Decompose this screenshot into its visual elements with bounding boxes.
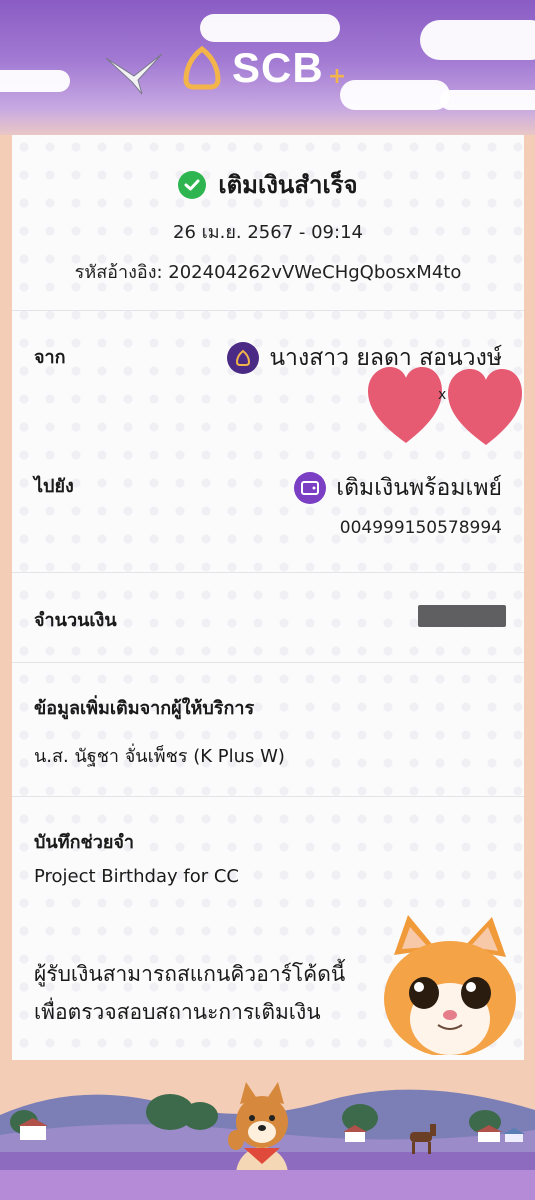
divider [12, 572, 524, 574]
qr-note: ผู้รับเงินสามารถสแกนคิวอาร์โค้ดนี้ เพื่อ… [34, 955, 345, 1031]
cloud [420, 20, 535, 60]
bank-icon [227, 342, 260, 374]
brand-name: SCB [232, 44, 324, 91]
amount-redacted [418, 605, 506, 627]
scb-logo-icon [183, 46, 221, 90]
status-title: เติมเงินสำเร็จ [218, 171, 358, 199]
memo-value: Project Birthday for CC [34, 866, 239, 887]
header: SCB + [0, 0, 535, 135]
status-row: เติมเงินสำเร็จ [12, 165, 524, 204]
bird-icon [105, 53, 163, 95]
divider [12, 310, 524, 312]
from-label: จาก [34, 347, 66, 368]
heart-stickers [368, 367, 522, 445]
memo-label: บันทึกช่วยจำ [34, 832, 135, 853]
check-circle-icon [178, 170, 207, 199]
provider-label: ข้อมูลเพิ่มเติมจากผู้ให้บริการ [34, 698, 255, 719]
divider [12, 796, 524, 798]
to-block: เติมเงินพร้อมเพย์ 004999150578994 [294, 470, 502, 538]
wallet-icon [294, 472, 327, 504]
transaction-datetime: 26 เม.ย. 2567 - 09:14 [173, 222, 363, 243]
heart-icon [448, 369, 522, 445]
cloud [340, 80, 450, 110]
receipt-card: เติมเงินสำเร็จ 26 เม.ย. 2567 - 09:14 รหั… [12, 135, 524, 1060]
recipient-account: 004999150578994 [339, 518, 502, 538]
cat-sticker [384, 915, 516, 1057]
divider [12, 662, 524, 664]
lavender-field [0, 1170, 535, 1200]
cloud [0, 70, 70, 92]
cloud [440, 90, 535, 110]
recipient-name: เติมเงินพร้อมเพย์ [336, 475, 502, 501]
qr-note-line2: เพื่อตรวจสอบสถานะการเติมเงิน [34, 1000, 321, 1024]
heart-icon [368, 367, 442, 443]
cloud [200, 14, 340, 42]
amount-label: จำนวนเงิน [34, 610, 117, 631]
reference-number: รหัสอ้างอิง: 202404262vVWeCHgQbosxM4to [74, 262, 462, 283]
brand-plus: + [327, 63, 347, 89]
qr-note-line1: ผู้รับเงินสามารถสแกนคิวอาร์โค้ดนี้ [34, 962, 346, 986]
scb-logo: SCB + [180, 44, 346, 92]
provider-value: น.ส. นัฐชา จั่นเพ็ชร (K Plus W) [34, 746, 285, 767]
to-label: ไปยัง [34, 476, 74, 497]
footer-landscape [0, 1060, 535, 1200]
heart-separator: x [438, 387, 447, 403]
